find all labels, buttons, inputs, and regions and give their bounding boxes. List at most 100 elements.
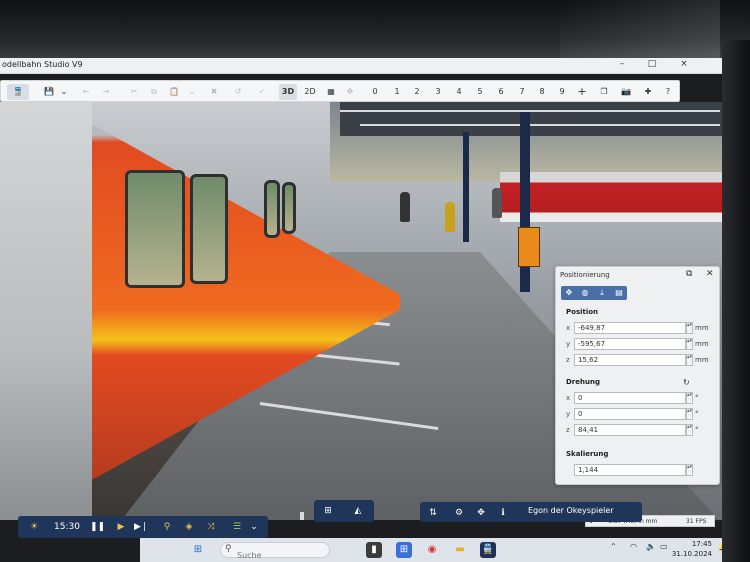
windows-grid-icon[interactable]: ⊞ bbox=[318, 503, 338, 519]
train-window bbox=[125, 170, 185, 288]
pause-icon[interactable]: ❚❚ bbox=[90, 519, 105, 535]
scale-spinner[interactable]: ▴▾ bbox=[686, 464, 693, 476]
app-icon[interactable]: ▮ bbox=[366, 542, 382, 558]
battery-icon[interactable]: ▭ bbox=[660, 542, 668, 551]
rotation-z-input[interactable] bbox=[574, 424, 686, 436]
camera-slot-7[interactable]: 7 bbox=[516, 84, 528, 100]
position-x-label: x bbox=[566, 324, 571, 332]
rotation-y-spinner[interactable]: ▴▾ bbox=[686, 408, 693, 420]
rotation-y-input[interactable] bbox=[574, 408, 686, 420]
train-icon[interactable]: 🚆 bbox=[7, 84, 29, 100]
puzzle-icon[interactable]: ✚ bbox=[641, 84, 655, 100]
folder-icon[interactable]: ▬ bbox=[452, 542, 468, 558]
shuffle-icon[interactable]: ⤨ bbox=[204, 519, 218, 535]
rotate-icon[interactable]: ↺ bbox=[231, 84, 245, 100]
save-icon[interactable]: 💾 bbox=[41, 84, 57, 100]
clock[interactable]: 17:45 31.10.2024 bbox=[668, 539, 712, 559]
rotation-x-input[interactable] bbox=[574, 392, 686, 404]
sliders-icon[interactable]: ⇅ bbox=[426, 505, 440, 521]
monitor-bezel-right bbox=[722, 40, 750, 562]
copy-icon[interactable]: ⧉ bbox=[147, 84, 161, 100]
camera-slot-6[interactable]: 6 bbox=[495, 84, 507, 100]
rotation-y-unit: ° bbox=[695, 410, 699, 418]
rotation-x-spinner[interactable]: ▴▾ bbox=[686, 392, 693, 404]
maximize-button[interactable]: □ bbox=[642, 59, 662, 69]
sun-icon[interactable]: ☀ bbox=[26, 519, 42, 535]
view-3d-button[interactable]: 3D bbox=[279, 84, 297, 100]
camera-slot-0[interactable]: 0 bbox=[369, 84, 381, 100]
simulation-bar: ☀ 15:30 ❚❚ ▶ ▶❘ ⚲ ◈ ⤨ ☰ ⌄ bbox=[18, 516, 268, 538]
camera-icon[interactable]: 📷 bbox=[619, 84, 633, 100]
close-icon[interactable]: ✕ bbox=[706, 269, 714, 279]
undo-icon[interactable]: ← bbox=[79, 84, 93, 100]
chevron-down-icon[interactable]: ⌄ bbox=[59, 84, 69, 100]
chrome-icon[interactable]: ◉ bbox=[424, 542, 440, 558]
window-icon[interactable]: ❐ bbox=[597, 84, 611, 100]
camera-slot-8[interactable]: 8 bbox=[536, 84, 548, 100]
terrain-icon[interactable]: ◭ bbox=[348, 503, 368, 519]
camera-slot-5[interactable]: 5 bbox=[474, 84, 486, 100]
speaker-icon[interactable]: 🔈 bbox=[646, 542, 656, 551]
passenger-figure bbox=[445, 202, 455, 232]
add-camera-button[interactable]: + bbox=[575, 84, 589, 100]
chevron-up-icon[interactable]: ⌃ bbox=[610, 542, 617, 551]
wifi-icon[interactable]: ◠ bbox=[630, 542, 637, 551]
modellbahn-icon[interactable]: 🚆 bbox=[480, 542, 496, 558]
delete-icon[interactable]: ✖ bbox=[207, 84, 221, 100]
cut-icon[interactable]: ✂ bbox=[127, 84, 141, 100]
info-button-icon[interactable]: ℹ bbox=[496, 505, 510, 521]
help-button[interactable]: ? bbox=[661, 84, 675, 100]
positioning-icon[interactable]: ✥ bbox=[474, 505, 488, 521]
camera-slot-3[interactable]: 3 bbox=[432, 84, 444, 100]
simulation-time[interactable]: 15:30 bbox=[52, 519, 82, 535]
position-z-spinner[interactable]: ▴▾ bbox=[686, 354, 693, 366]
start-icon[interactable]: ⊞ bbox=[190, 542, 206, 558]
list-chevron-icon[interactable]: ⌄ bbox=[248, 519, 260, 535]
position-y-input[interactable] bbox=[574, 338, 686, 350]
layers-icon[interactable]: ◈ bbox=[182, 519, 196, 535]
store-icon[interactable]: ⊞ bbox=[396, 542, 412, 558]
popout-icon[interactable]: ⧉ bbox=[686, 269, 692, 279]
tab-move-icon[interactable]: ✥ bbox=[561, 286, 577, 300]
position-z-unit: mm bbox=[695, 356, 709, 364]
rotation-z-spinner[interactable]: ▴▾ bbox=[686, 424, 693, 436]
camera-slot-4[interactable]: 4 bbox=[453, 84, 465, 100]
taskbar-search[interactable]: ⚲ bbox=[220, 542, 330, 562]
position-x-spinner[interactable]: ▴▾ bbox=[686, 322, 693, 334]
check-icon[interactable]: ✓ bbox=[255, 84, 269, 100]
tools-bar: ⇅ ⚙ ✥ ℹ Egon der Okeyspieler bbox=[420, 502, 642, 522]
camera-slot-1[interactable]: 1 bbox=[391, 84, 403, 100]
redo-icon[interactable]: → bbox=[99, 84, 113, 100]
scale-input[interactable] bbox=[574, 464, 686, 476]
roof-beam bbox=[340, 110, 720, 112]
reset-rotation-icon[interactable]: ↻ bbox=[683, 378, 690, 387]
positioning-panel: Positionierung ⧉ ✕ ✥ ◍ ⤓ ▤ Position x ▴▾… bbox=[555, 266, 720, 485]
tab-grid-icon[interactable]: ▤ bbox=[611, 286, 627, 300]
train-interior bbox=[0, 102, 92, 520]
rotation-x-unit: ° bbox=[695, 394, 699, 402]
position-z-input[interactable] bbox=[574, 354, 686, 366]
tab-globe-icon[interactable]: ◍ bbox=[577, 286, 593, 300]
search-icon[interactable]: ⚲ bbox=[160, 519, 174, 535]
rotation-x-label: x bbox=[566, 394, 571, 402]
position-y-spinner[interactable]: ▴▾ bbox=[686, 338, 693, 350]
position-x-input[interactable] bbox=[574, 322, 686, 334]
search-input[interactable] bbox=[237, 548, 327, 562]
camera-slot-9[interactable]: 9 bbox=[556, 84, 568, 100]
view-2d-button[interactable]: 2D bbox=[301, 84, 319, 100]
position-y-label: y bbox=[566, 340, 571, 348]
camera-slot-2[interactable]: 2 bbox=[411, 84, 423, 100]
close-button[interactable]: × bbox=[674, 59, 694, 69]
train-window bbox=[282, 182, 296, 234]
play-icon[interactable]: ▶ bbox=[114, 519, 128, 535]
screen-reflection bbox=[560, 0, 720, 60]
list-icon[interactable]: ☰ bbox=[230, 519, 244, 535]
step-icon[interactable]: ▶❘ bbox=[134, 519, 148, 535]
move-icon[interactable]: ✥ bbox=[343, 84, 357, 100]
settings-icon[interactable]: ⚙ bbox=[452, 505, 466, 521]
paste-icon[interactable]: 📋 bbox=[167, 84, 181, 100]
minimize-button[interactable]: – bbox=[612, 59, 632, 69]
grid-icon[interactable]: ▦ bbox=[323, 84, 339, 100]
paste-chevron-icon[interactable]: ⌄ bbox=[187, 84, 197, 100]
tab-download-icon[interactable]: ⤓ bbox=[594, 286, 610, 300]
